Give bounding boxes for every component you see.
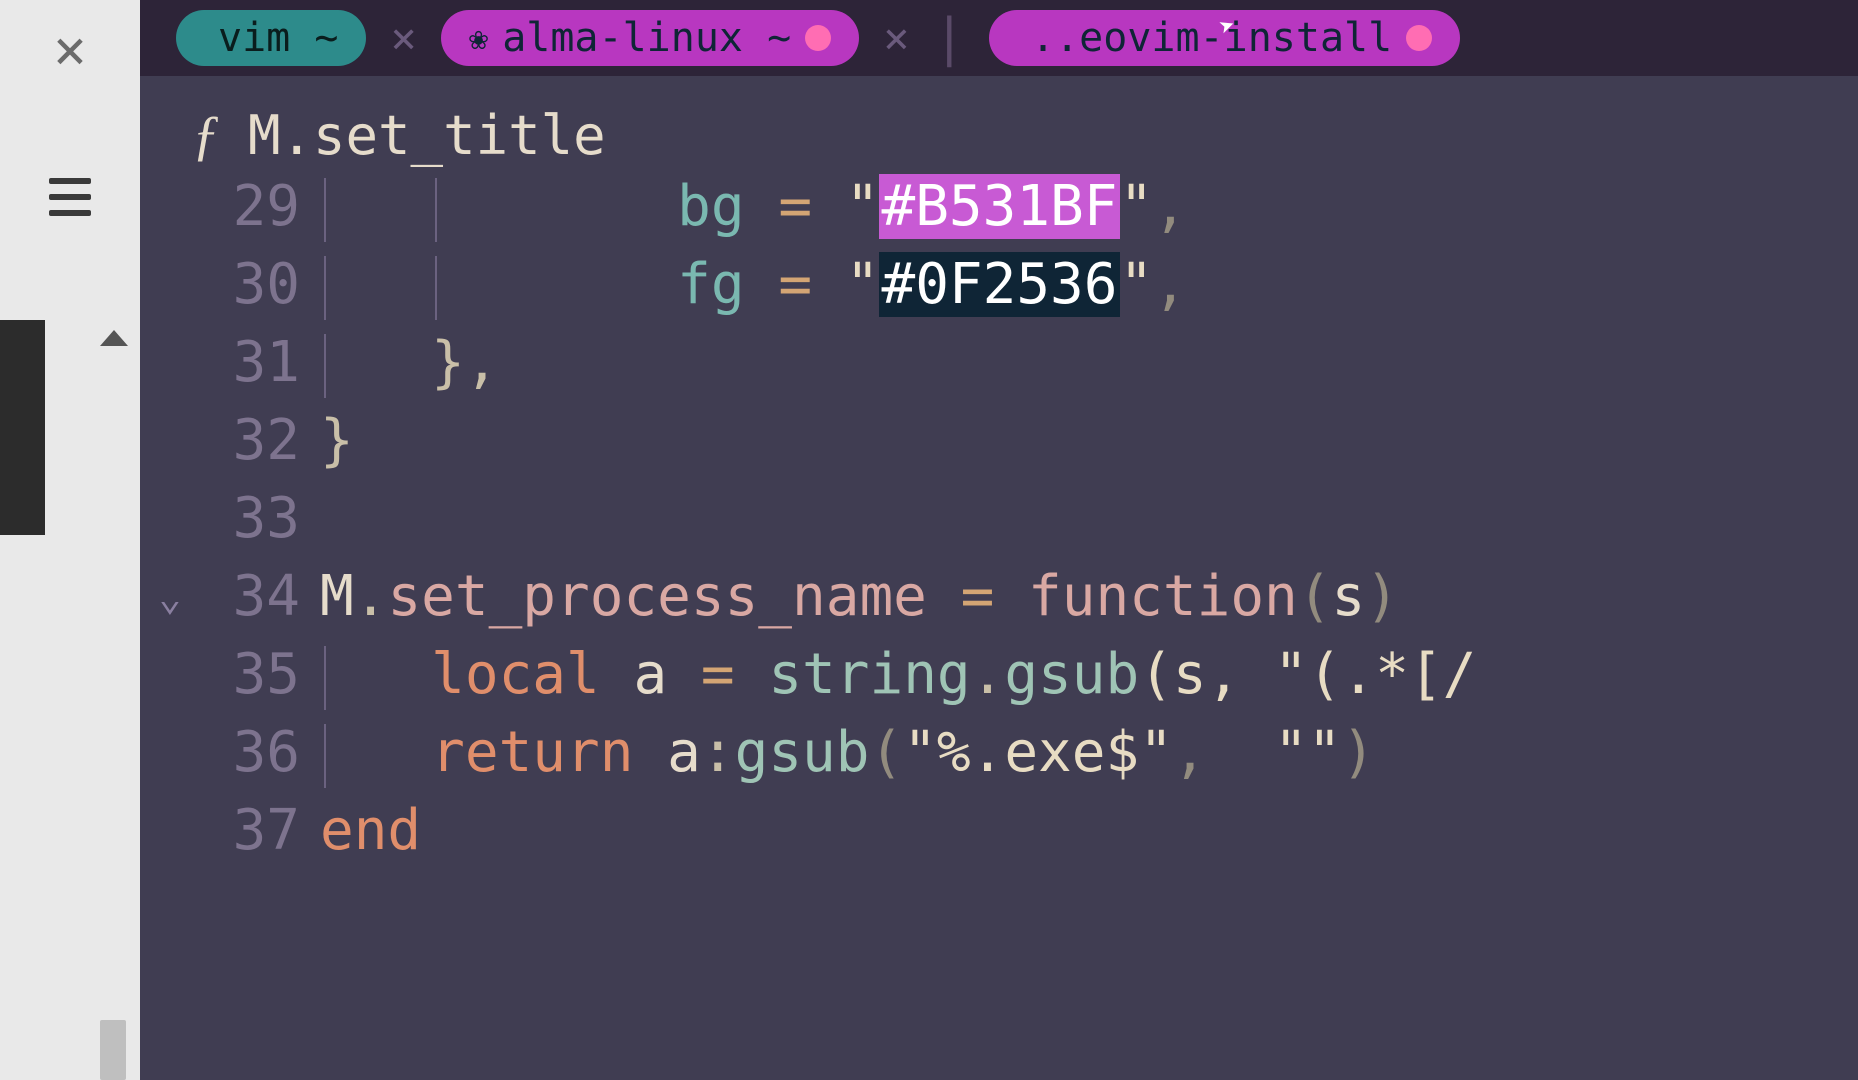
indent-guide	[324, 724, 326, 788]
code-content[interactable]: end	[320, 792, 421, 870]
scrollbar-thumb[interactable]	[100, 1020, 126, 1080]
code-content[interactable]: bg = "#B531BF",	[320, 168, 1187, 246]
tab-close-icon[interactable]: ×	[390, 13, 417, 64]
breadcrumb-path: M.set_title	[248, 104, 606, 167]
tab-label: alma-linux ~	[502, 15, 791, 61]
tab-label: ..eovim-install	[1031, 15, 1392, 61]
code-line[interactable]: 29 bg = "#B531BF",	[140, 168, 1858, 246]
app-left-rail: ×	[0, 0, 140, 1080]
tab-label: vim ~	[218, 15, 338, 61]
code-line[interactable]: 37end	[140, 792, 1858, 870]
code-line[interactable]: 36 return a:gsub("%.exe$", "")	[140, 714, 1858, 792]
line-number: 32	[200, 402, 320, 480]
tab-separator: |	[934, 8, 965, 68]
line-number: 34	[200, 558, 320, 636]
line-number: 36	[200, 714, 320, 792]
code-content[interactable]: }	[320, 402, 354, 480]
line-number: 35	[200, 636, 320, 714]
line-number: 31	[200, 324, 320, 402]
tab-close-icon[interactable]: ×	[883, 13, 910, 64]
line-number: 33	[200, 480, 320, 558]
code-line[interactable]: ⌄34M.set_process_name = function(s)	[140, 558, 1858, 636]
indent-guide	[435, 178, 437, 242]
code-content[interactable]: return a:gsub("%.exe$", "")	[320, 714, 1375, 792]
code-line[interactable]: 35 local a = string.gsub(s, "(.*[/	[140, 636, 1858, 714]
indent-guide	[324, 646, 326, 710]
indent-guide	[324, 256, 326, 320]
line-number: 29	[200, 168, 320, 246]
breadcrumb[interactable]: ƒ M.set_title	[140, 104, 1858, 168]
editor-pane: vim ~ × ❀ alma-linux ~ × | ..eovim-insta…	[140, 0, 1858, 1080]
code-content[interactable]: M.set_process_name = function(s)	[320, 558, 1399, 636]
indent-guide	[324, 178, 326, 242]
function-icon: ƒ	[192, 104, 220, 168]
tab-alma-linux[interactable]: ❀ alma-linux ~	[441, 10, 859, 66]
indent-guide	[435, 256, 437, 320]
code-area[interactable]: ƒ M.set_title 29 bg = "#B531BF",30 fg = …	[140, 76, 1858, 1080]
modified-dot-icon	[1406, 25, 1432, 51]
indent-guide	[324, 334, 326, 398]
code-line[interactable]: 33	[140, 480, 1858, 558]
tab-vim[interactable]: vim ~	[176, 10, 366, 66]
line-number: 37	[200, 792, 320, 870]
code-line[interactable]: 30 fg = "#0F2536",	[140, 246, 1858, 324]
hamburger-icon[interactable]	[49, 178, 91, 216]
left-dark-panel	[0, 320, 45, 535]
code-content[interactable]: local a = string.gsub(s, "(.*[/	[320, 636, 1476, 714]
code-content[interactable]: fg = "#0F2536",	[320, 246, 1187, 324]
line-number: 30	[200, 246, 320, 324]
code-line[interactable]: 32}	[140, 402, 1858, 480]
fold-gutter[interactable]: ⌄	[140, 558, 200, 636]
modified-dot-icon	[805, 25, 831, 51]
tab-bar: vim ~ × ❀ alma-linux ~ × | ..eovim-insta…	[140, 0, 1858, 76]
flower-icon: ❀	[469, 19, 488, 57]
code-content[interactable]: },	[320, 324, 499, 402]
code-line[interactable]: 31 },	[140, 324, 1858, 402]
close-icon[interactable]: ×	[53, 18, 87, 83]
scroll-up-icon[interactable]	[100, 330, 128, 346]
